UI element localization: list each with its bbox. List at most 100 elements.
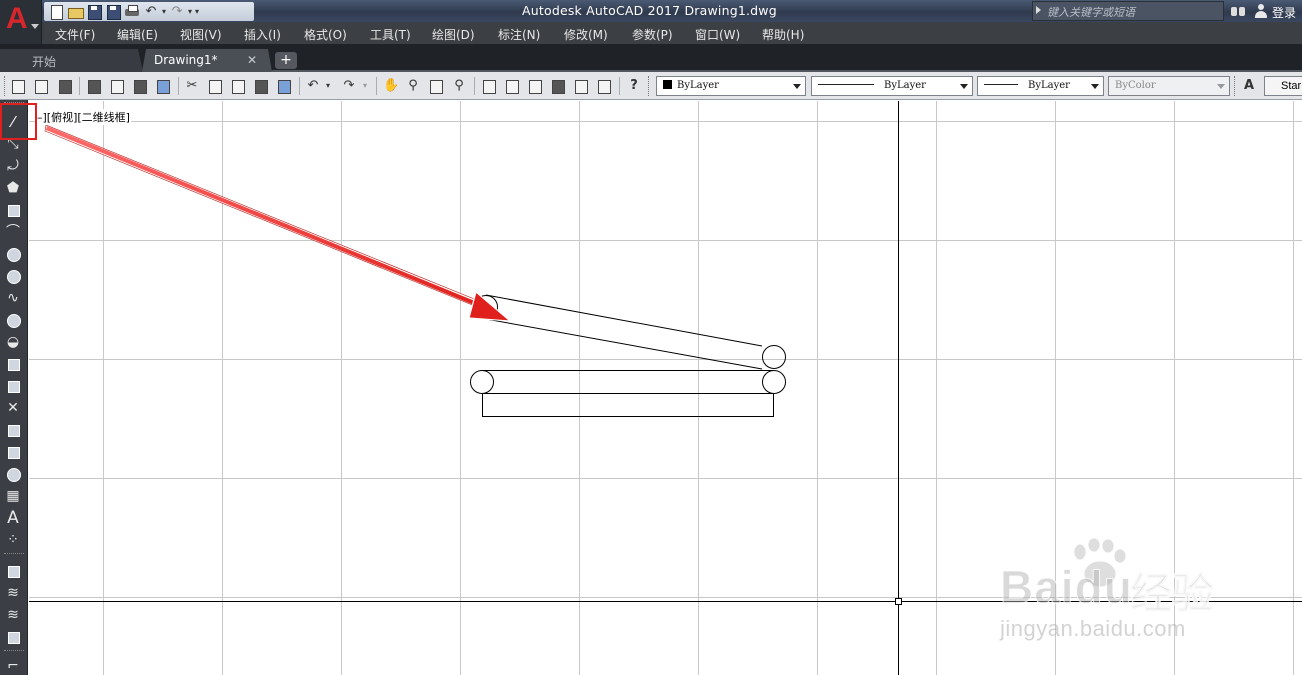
menu-edit[interactable]: 编辑(E) [117,26,158,43]
block-editor-icon[interactable] [276,78,292,94]
dimension-icon[interactable]: ⌐ [4,657,22,675]
multiline-text-icon[interactable]: A [4,509,22,527]
new-tab-button[interactable]: + [275,52,297,69]
binoculars-icon[interactable] [1230,3,1246,18]
plot-preview-icon[interactable] [109,78,125,94]
zoom-window-icon[interactable] [428,78,444,94]
layer-isolate-icon[interactable] [4,628,22,646]
pan-icon[interactable]: ✋ [383,78,399,94]
tab-start[interactable]: 开始 [0,49,143,72]
polygon-icon[interactable]: ⬟ [4,179,22,197]
layer-state-icon[interactable]: ≋ [4,584,22,602]
zoom-previous-icon[interactable]: ⚲ [451,78,467,94]
viewport-controls-label[interactable]: –][俯视][二维线框] [36,109,131,125]
properties-icon[interactable] [481,78,497,94]
3dprint-icon[interactable] [155,78,171,94]
hatch-icon[interactable] [4,421,22,439]
menu-format[interactable]: 格式(O) [304,26,347,43]
user-icon[interactable] [1254,4,1268,18]
qnew-icon[interactable] [10,78,26,94]
quick-access-toolbar: ↶ ▾ ↷ ▾ ▾ [44,2,254,21]
menu-draw[interactable]: 绘图(D) [432,26,475,43]
menu-modify[interactable]: 修改(M) [564,26,608,43]
redo-dropdown-icon[interactable]: ▾ [360,78,370,94]
sheet-set-icon[interactable] [550,78,566,94]
undo-dropdown-icon[interactable]: ▾ [162,7,166,16]
undo-dropdown-icon[interactable]: ▾ [323,78,333,94]
save-icon[interactable] [86,4,102,20]
save-icon[interactable] [57,78,73,94]
ellipse-arc-icon[interactable]: ◒ [4,333,22,351]
copy-icon[interactable] [207,78,223,94]
point-icon[interactable]: ✕ [4,399,22,417]
menu-parametric[interactable]: 参数(P) [632,26,673,43]
color-swatch [663,80,672,89]
undo-icon[interactable]: ↶ [305,78,321,94]
toolbar-grip[interactable] [1234,76,1237,96]
new-file-icon[interactable] [48,4,64,20]
linetype-control-select[interactable]: ByLayer [811,76,973,96]
circle-icon[interactable] [4,245,22,263]
undo-icon[interactable]: ↶ [143,4,159,19]
quickcalc-icon[interactable] [596,78,612,94]
make-block-icon[interactable] [4,377,22,395]
help-icon[interactable]: ? [626,78,642,94]
login-link[interactable]: 登录 [1272,4,1296,21]
color-value: ByLayer [677,80,719,91]
toolbar-grip[interactable] [4,76,7,96]
menu-tools[interactable]: 工具(T) [370,26,411,43]
design-center-icon[interactable] [504,78,520,94]
match-properties-icon[interactable] [253,78,269,94]
insert-block-icon[interactable] [4,355,22,373]
publish-icon[interactable] [132,78,148,94]
layer-properties-icon[interactable] [4,562,22,580]
print-icon[interactable] [124,4,140,19]
polyline-icon[interactable]: ⤾ [4,157,22,175]
search-input[interactable]: 键入关键字或短语 [1032,1,1224,21]
rectangle-icon[interactable] [4,201,22,219]
revision-cloud-icon[interactable] [4,267,22,285]
file-tab-bar: 开始 Drawing1* ✕ + [0,44,1302,72]
chevron-down-icon [1091,84,1099,89]
markup-icon[interactable] [573,78,589,94]
cut-icon[interactable]: ✂ [184,78,200,94]
menu-window[interactable]: 窗口(W) [695,26,740,43]
redo-icon[interactable]: ↷ [341,78,357,94]
ellipse-icon[interactable] [4,311,22,329]
table-icon[interactable]: ▦ [4,487,22,505]
plotstyle-control-select[interactable]: ByColor [1108,76,1230,96]
layer-previous-icon[interactable]: ≋ [4,606,22,624]
redo-dropdown-icon[interactable]: ▾ [188,7,192,16]
open-folder-icon[interactable] [67,4,84,19]
menu-help[interactable]: 帮助(H) [762,26,804,43]
region-icon[interactable] [4,465,22,483]
arc-icon[interactable]: ⌒ [4,223,22,241]
menu-view[interactable]: 视图(V) [180,26,222,43]
zoom-realtime-icon[interactable]: ⚲ [405,78,421,94]
tool-palettes-icon[interactable] [527,78,543,94]
text-style-icon[interactable]: A [1241,78,1257,94]
plot-icon[interactable] [86,78,102,94]
lineweight-control-select[interactable]: ByLayer [977,76,1104,96]
search-expand-icon[interactable] [1036,6,1041,14]
paste-icon[interactable] [230,78,246,94]
color-control-select[interactable]: ByLayer [656,76,806,96]
text-style-select[interactable]: Star [1264,76,1302,96]
spline-icon[interactable]: ∿ [4,289,22,307]
gradient-icon[interactable] [4,443,22,461]
menu-dimension[interactable]: 标注(N) [498,26,540,43]
annotation-arrow [44,124,512,322]
open-icon[interactable] [33,78,49,94]
save-as-icon[interactable] [105,4,121,20]
menu-insert[interactable]: 插入(I) [244,26,281,43]
redo-icon[interactable]: ↷ [169,4,185,19]
linetype-value: ByLayer [884,80,926,91]
menu-file[interactable]: 文件(F) [55,26,95,43]
application-menu-button[interactable]: A [0,0,42,44]
add-selected-icon[interactable]: ⁘ [4,531,22,549]
customize-qat-icon[interactable]: ▾ [195,7,199,16]
toolbar-grip[interactable] [648,76,651,96]
close-icon[interactable]: ✕ [247,53,257,67]
window-title: Autodesk AutoCAD 2017 Drawing1.dwg [522,3,777,18]
chevron-down-icon [960,84,968,89]
